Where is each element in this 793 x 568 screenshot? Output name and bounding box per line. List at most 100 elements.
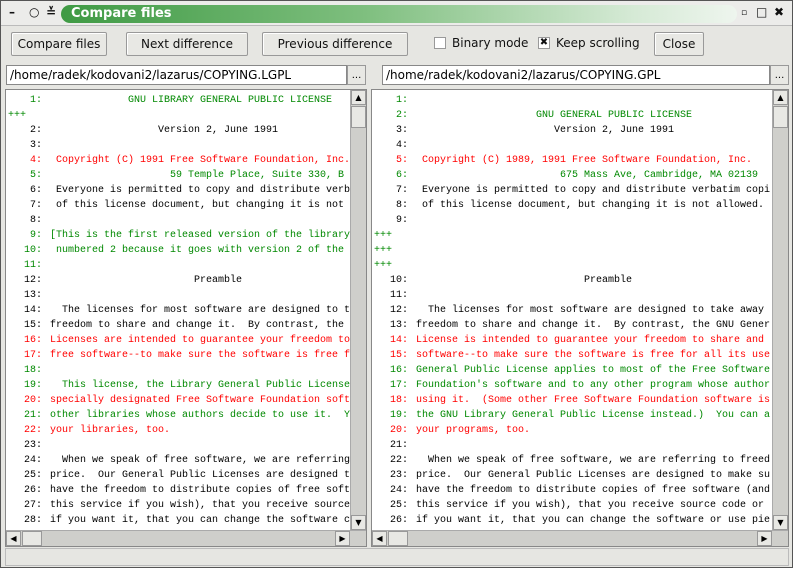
diff-insert-marker-row: +++ xyxy=(372,243,772,258)
diff-line: 8: of this license document, but changin… xyxy=(372,198,772,213)
line-text: Copyright (C) 1989, 1991 Free Software F… xyxy=(416,155,753,166)
diff-line: 10: numbered 2 because it goes with vers… xyxy=(6,243,350,258)
line-number: 1: xyxy=(29,95,42,106)
line-text: Preamble xyxy=(50,275,243,286)
line-number: 8: xyxy=(395,200,408,211)
diff-line: 16: Licenses are intended to guarantee yo… xyxy=(6,333,350,348)
left-file-path-input[interactable]: /home/radek/kodovani2/lazarus/COPYING.LG… xyxy=(6,65,347,85)
line-number: 7: xyxy=(395,185,408,196)
right-browse-button[interactable]: ... xyxy=(770,65,789,85)
diff-line: 2: GNU GENERAL PUBLIC LICENSE xyxy=(372,108,772,123)
left-diff-pane[interactable]: 1: GNU LIBRARY GENERAL PUBLIC LICENSE +++… xyxy=(5,89,367,547)
diff-line: 3: Version 2, June 1991 xyxy=(372,123,772,138)
diff-line: 4: xyxy=(372,138,772,153)
line-number: 23: xyxy=(389,470,408,481)
diff-line: 1: GNU LIBRARY GENERAL PUBLIC LICENSE xyxy=(6,93,350,108)
next-difference-button[interactable]: Next difference xyxy=(126,32,248,56)
left-vertical-scrollbar[interactable]: ▲ ▼ xyxy=(350,90,366,530)
line-number: 3: xyxy=(395,125,408,136)
scroll-thumb[interactable] xyxy=(351,106,366,128)
line-text: Licenses are intended to guarantee your … xyxy=(50,335,350,346)
line-number: 17: xyxy=(389,380,408,391)
diff-line: 13: freedom to share and change it. By co… xyxy=(372,318,772,333)
close-button[interactable]: Close xyxy=(654,32,704,56)
scroll-down-icon[interactable]: ▼ xyxy=(351,515,366,530)
diff-line: 21: other libraries whose authors decide … xyxy=(6,408,350,423)
scroll-up-icon[interactable]: ▲ xyxy=(351,90,366,105)
line-number: 23: xyxy=(23,440,42,451)
checkbox-unchecked[interactable] xyxy=(434,37,446,49)
previous-difference-button[interactable]: Previous difference xyxy=(262,32,408,56)
sticky-icon[interactable]: ○ xyxy=(29,5,39,19)
keep-scrolling-checkbox[interactable]: ✖ Keep scrolling xyxy=(538,36,640,50)
diff-line: 11: xyxy=(372,288,772,303)
scroll-thumb[interactable] xyxy=(22,531,42,546)
line-number: 28: xyxy=(23,515,42,526)
line-number: 13: xyxy=(23,290,42,301)
binary-mode-checkbox[interactable]: Binary mode xyxy=(434,36,528,50)
line-text: [This is the first released version of t… xyxy=(50,230,350,241)
diff-line: 25: price. Our General Public Licenses ar… xyxy=(6,468,350,483)
diff-insert-marker-row: +++ xyxy=(372,258,772,273)
line-number: 15: xyxy=(389,350,408,361)
maximize-icon[interactable]: □ xyxy=(756,5,767,19)
line-text: The licenses for most software are desig… xyxy=(416,305,765,316)
line-text: 675 Mass Ave, Cambridge, MA 02139 xyxy=(416,170,759,181)
scroll-left-icon[interactable]: ◀ xyxy=(6,531,21,546)
diff-line: 3: xyxy=(6,138,350,153)
diff-insert-marker-row: +++ xyxy=(6,108,350,123)
left-browse-button[interactable]: ... xyxy=(347,65,366,85)
right-vertical-scrollbar[interactable]: ▲ ▼ xyxy=(772,90,788,530)
diff-line: 4: Copyright (C) 1991 Free Software Foun… xyxy=(6,153,350,168)
right-lines: 1: 2: GNU GENERAL PUBLIC LICENSE 3: Versio… xyxy=(372,93,772,530)
diff-line: 14: The licenses for most software are d… xyxy=(6,303,350,318)
scroll-thumb[interactable] xyxy=(388,531,408,546)
line-number: 2: xyxy=(29,125,42,136)
line-number: 2: xyxy=(395,110,408,121)
line-text: free software--to make sure the software… xyxy=(50,350,350,361)
compare-files-button[interactable]: Compare files xyxy=(11,32,107,56)
window-menu-icon[interactable]: – xyxy=(9,5,15,19)
line-text: 59 Temple Place, Suite 330, B xyxy=(50,170,345,181)
line-number: 26: xyxy=(23,485,42,496)
line-text xyxy=(408,213,416,228)
line-text: Everyone is permitted to copy and distri… xyxy=(416,185,771,196)
right-horizontal-scrollbar[interactable]: ◀ ▶ xyxy=(372,530,788,546)
scroll-right-icon[interactable]: ▶ xyxy=(335,531,350,546)
scroll-down-icon[interactable]: ▼ xyxy=(773,515,788,530)
scroll-left-icon[interactable]: ◀ xyxy=(372,531,387,546)
line-text xyxy=(42,363,50,378)
diff-line: 18: xyxy=(6,363,350,378)
diff-line: 15: software--to make sure the software i… xyxy=(372,348,772,363)
line-number: 25: xyxy=(23,470,42,481)
line-number: 14: xyxy=(23,305,42,316)
line-number: 5: xyxy=(395,155,408,166)
line-number: 8: xyxy=(29,215,42,226)
checkbox-checked-icon[interactable]: ✖ xyxy=(538,37,550,49)
left-horizontal-scrollbar[interactable]: ◀ ▶ xyxy=(6,530,366,546)
line-text: Everyone is permitted to copy and distri… xyxy=(50,185,350,196)
diff-line: 23: xyxy=(6,438,350,453)
scroll-right-icon[interactable]: ▶ xyxy=(757,531,772,546)
line-number: 26: xyxy=(389,515,408,526)
shade-icon[interactable]: ≚ xyxy=(46,5,56,19)
line-number: 16: xyxy=(23,335,42,346)
diff-line: 27: this service if you wish), that you r… xyxy=(6,498,350,513)
close-window-icon[interactable]: ✖ xyxy=(774,5,784,19)
line-number: 22: xyxy=(389,455,408,466)
diff-line: 5: 59 Temple Place, Suite 330, B xyxy=(6,168,350,183)
line-text xyxy=(408,138,416,153)
diff-line: 19: the GNU Library General Public Licens… xyxy=(372,408,772,423)
minimize-icon[interactable]: ▫ xyxy=(741,8,747,18)
line-number: 19: xyxy=(389,410,408,421)
line-number: 21: xyxy=(389,440,408,451)
line-text: License is intended to guarantee your fr… xyxy=(416,335,765,346)
scroll-up-icon[interactable]: ▲ xyxy=(773,90,788,105)
diff-line: 26: have the freedom to distribute copies… xyxy=(6,483,350,498)
diff-line: 11: xyxy=(6,258,350,273)
diff-line: 10: Preamble xyxy=(372,273,772,288)
right-diff-pane[interactable]: 1: 2: GNU GENERAL PUBLIC LICENSE 3: Versio… xyxy=(371,89,789,547)
right-file-path-input[interactable]: /home/radek/kodovani2/lazarus/COPYING.GP… xyxy=(382,65,770,85)
scroll-thumb[interactable] xyxy=(773,106,788,128)
title-bar[interactable]: – ○ ≚ Compare files ▫ □ ✖ xyxy=(1,1,792,26)
